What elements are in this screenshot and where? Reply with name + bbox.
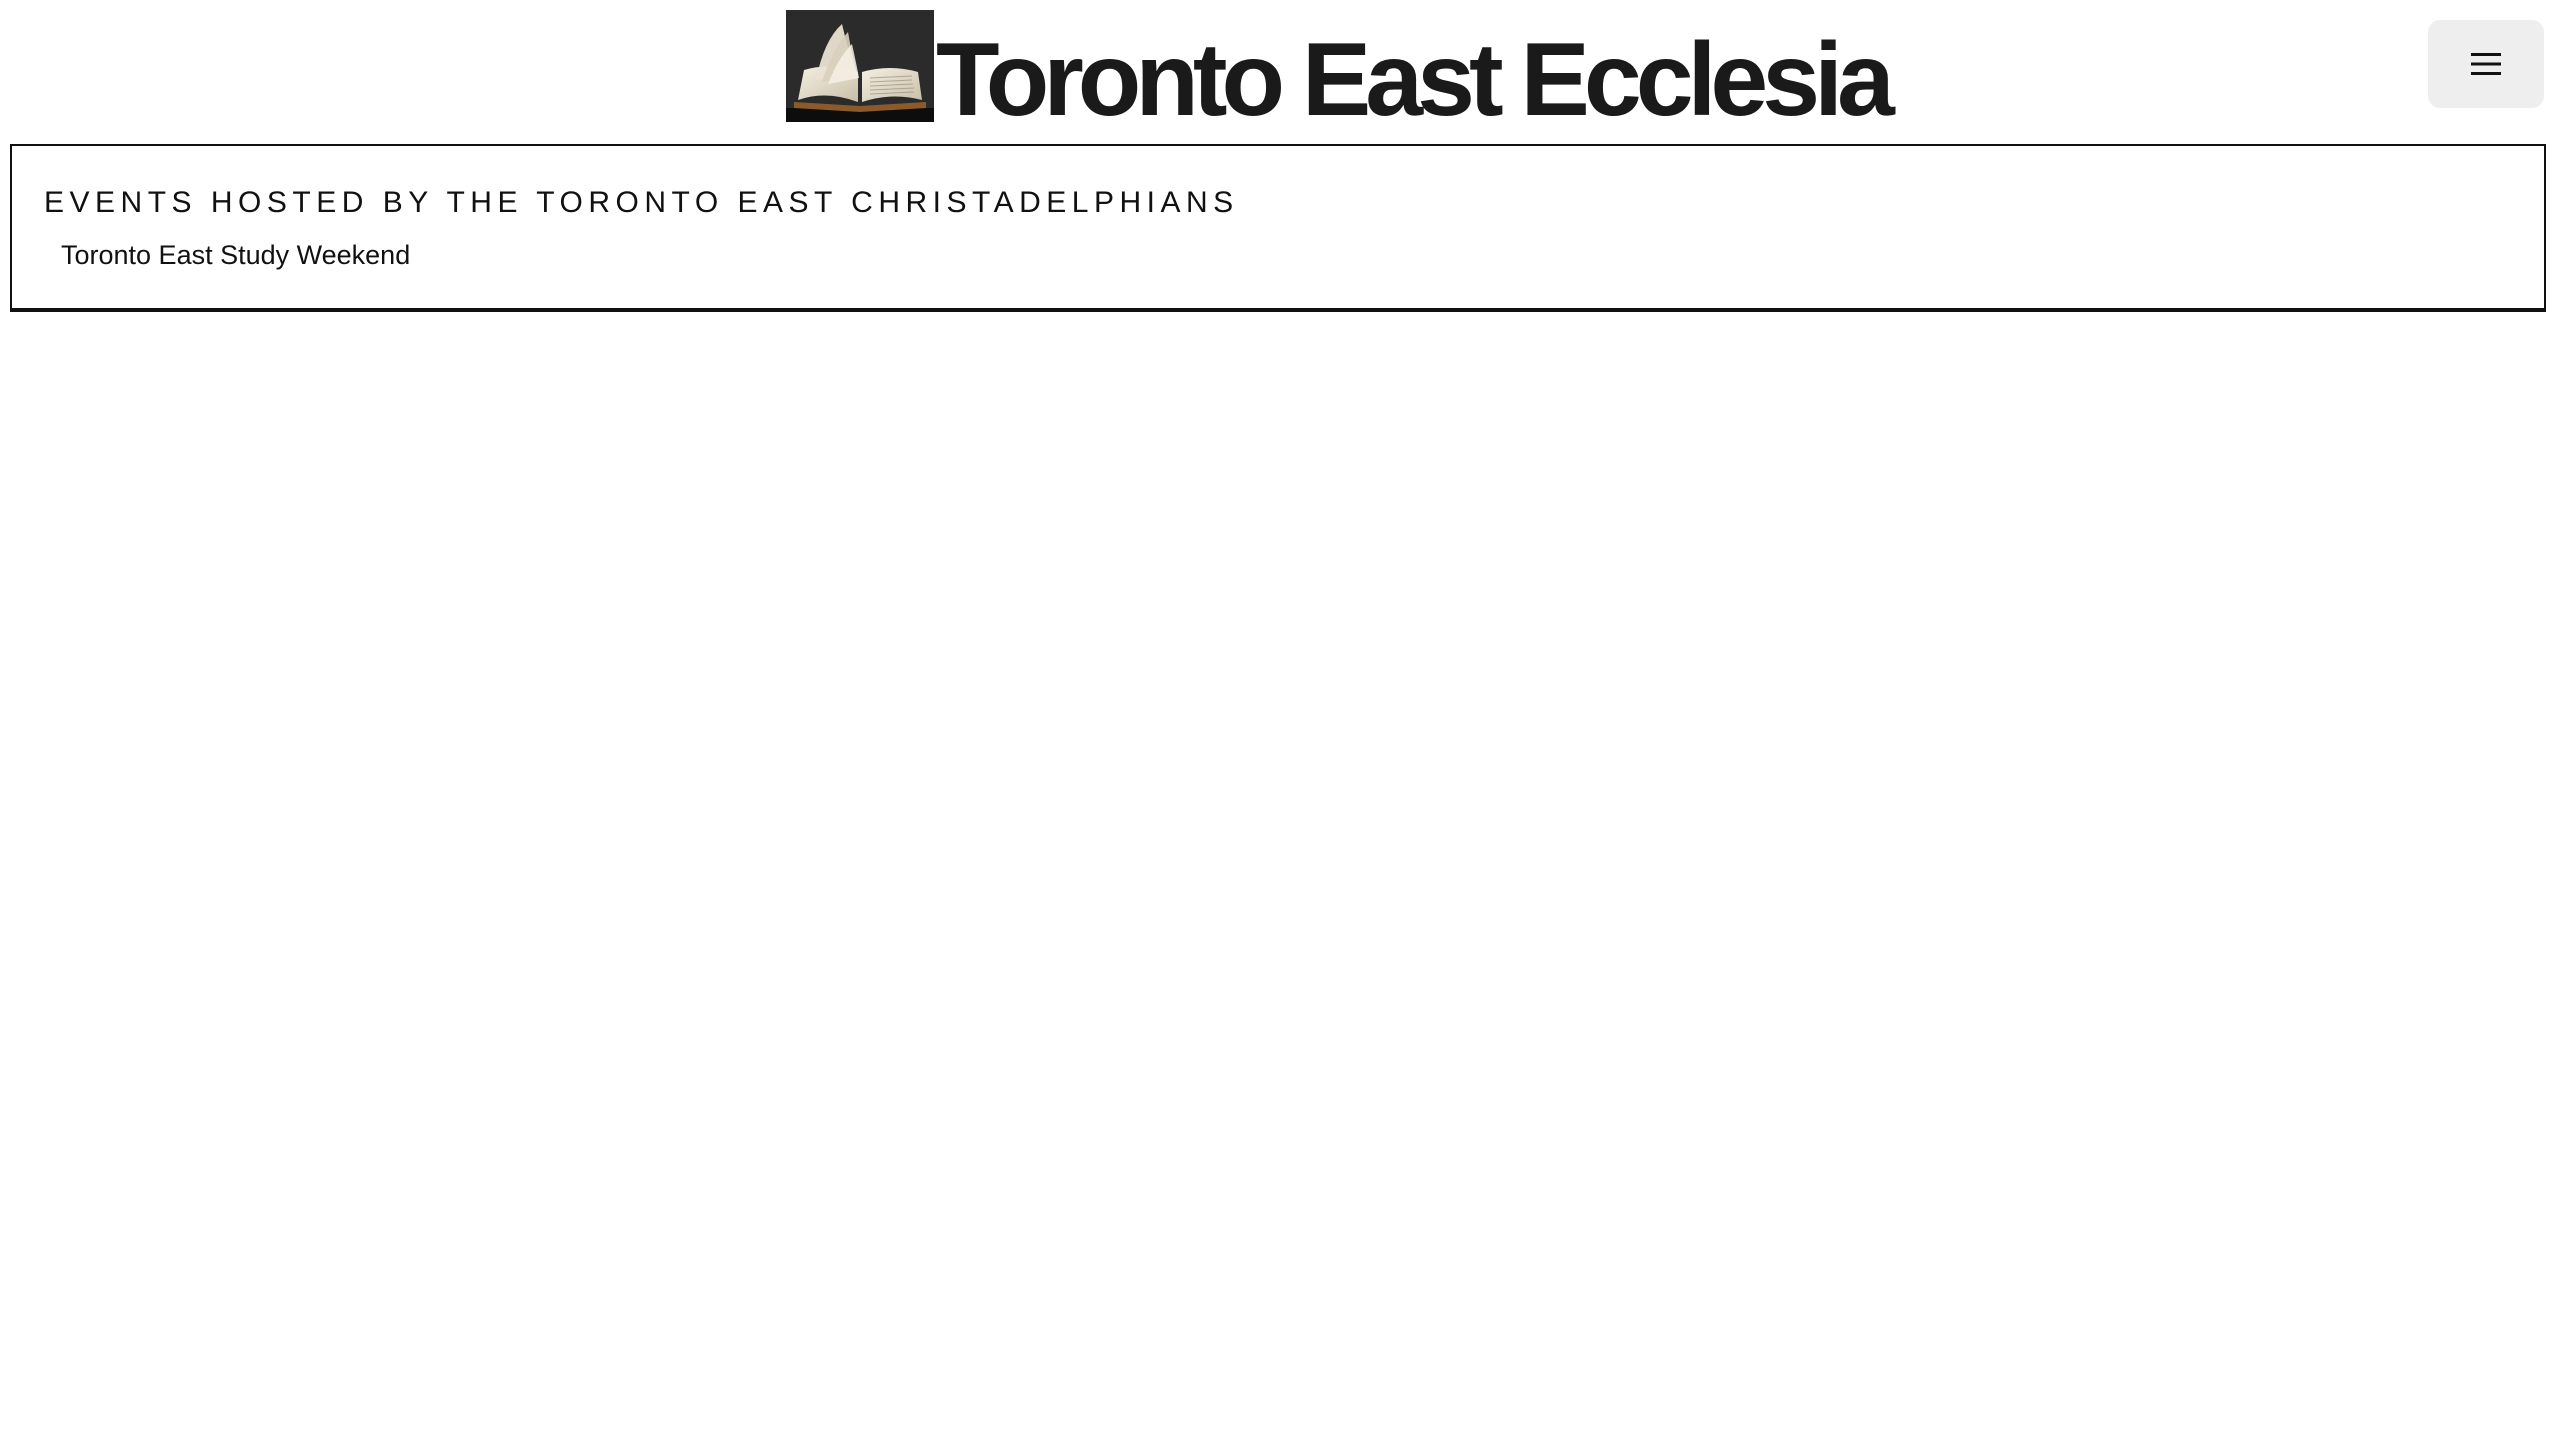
open-bible-image: [786, 10, 934, 122]
hamburger-menu-icon: [2471, 53, 2501, 75]
site-brand-link[interactable]: Toronto East Ecclesia: [786, 10, 1895, 138]
menu-button[interactable]: [2428, 20, 2544, 108]
event-link-study-weekend[interactable]: Toronto East Study Weekend: [61, 240, 410, 271]
events-heading: EVENTS HOSTED BY THE TORONTO EAST CHRIST…: [44, 186, 1239, 219]
site-header: Toronto East Ecclesia: [0, 0, 2560, 144]
site-title: Toronto East Ecclesia: [936, 22, 1895, 138]
events-panel: EVENTS HOSTED BY THE TORONTO EAST CHRIST…: [10, 144, 2546, 312]
open-bible-icon: [786, 10, 934, 122]
